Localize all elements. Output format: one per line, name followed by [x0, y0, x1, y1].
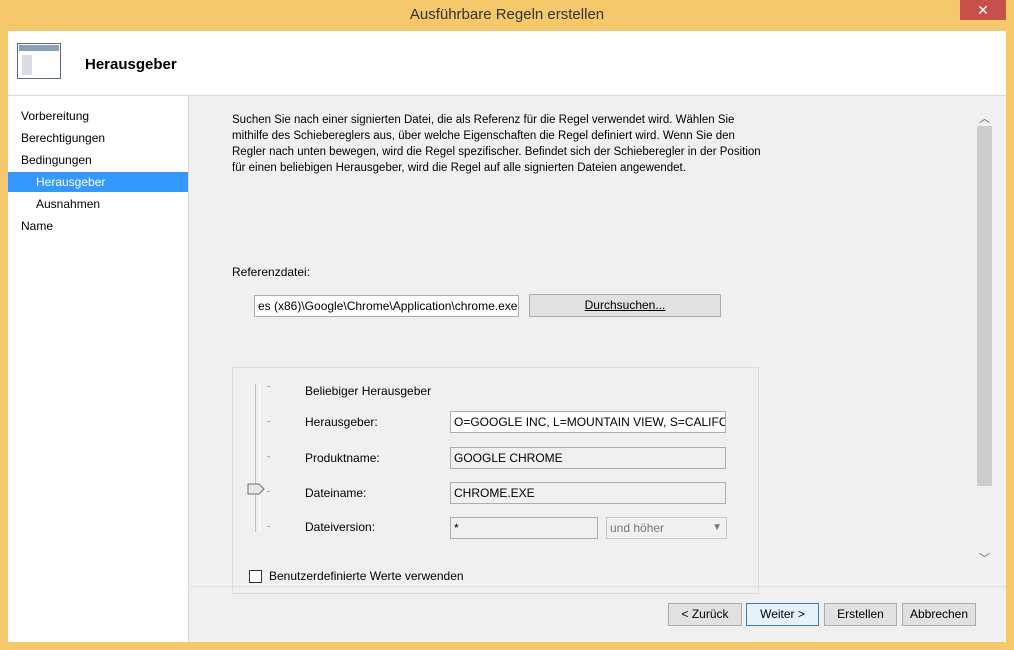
step-bedingungen[interactable]: Bedingungen [8, 150, 188, 170]
wizard-header: Herausgeber [8, 31, 1006, 96]
wizard-footer: < Zurück Weiter > Erstellen Abbrechen [190, 586, 1006, 643]
any-publisher-label: Beliebiger Herausgeber [305, 384, 432, 398]
publisher-field[interactable]: O=GOOGLE INC, L=MOUNTAIN VIEW, S=CALIFOR… [450, 411, 726, 433]
content-scrollbar[interactable]: ︿ ﹀ [976, 96, 993, 586]
reference-file-label: Referenzdatei: [232, 265, 311, 279]
page-title: Herausgeber [85, 56, 177, 73]
next-button[interactable]: Weiter > [746, 603, 819, 626]
cancel-button[interactable]: Abbrechen [902, 603, 976, 626]
scrollbar-thumb[interactable] [977, 126, 992, 486]
instructions-text: Suchen Sie nach einer signierten Datei, … [232, 114, 761, 174]
file-version-field[interactable]: * [450, 517, 598, 539]
wizard-window-icon [17, 43, 61, 79]
chevron-down-icon: ▼ [712, 522, 722, 533]
close-button[interactable]: ✕ [960, 0, 1006, 20]
version-mode-value: und höher [610, 521, 665, 535]
specificity-slider-track[interactable] [255, 384, 260, 532]
browse-button[interactable]: Durchsuchen... [529, 294, 721, 317]
client-area: Herausgeber Vorbereitung Berechtigungen … [8, 31, 1006, 642]
step-vorbereitung[interactable]: Vorbereitung [8, 106, 188, 126]
create-button[interactable]: Erstellen [824, 603, 897, 626]
file-name-label: Dateiname: [305, 486, 367, 500]
publisher-label: Herausgeber: [305, 415, 378, 429]
wizard-window: Ausführbare Regeln erstellen ✕ Herausgeb… [0, 0, 1014, 650]
step-herausgeber[interactable]: Herausgeber [8, 172, 188, 192]
product-name-field[interactable]: GOOGLE CHROME [450, 447, 726, 469]
title-bar[interactable]: Ausführbare Regeln erstellen ✕ [0, 0, 1014, 32]
close-icon: ✕ [977, 2, 989, 18]
back-button[interactable]: < Zurück [668, 603, 742, 626]
scroll-down-icon[interactable]: ﹀ [976, 550, 993, 566]
wizard-steps-sidebar: Vorbereitung Berechtigungen Bedingungen … [8, 96, 189, 642]
reference-file-input[interactable]: es (x86)\Google\Chrome\Application\chrom… [254, 295, 519, 317]
file-version-label: Dateiversion: [305, 520, 376, 534]
step-berechtigungen[interactable]: Berechtigungen [8, 128, 188, 148]
file-name-field[interactable]: CHROME.EXE [450, 482, 726, 504]
scroll-up-icon[interactable]: ︿ [976, 110, 993, 126]
slider-thumb[interactable] [247, 483, 265, 495]
product-name-label: Produktname: [305, 451, 380, 465]
window-title: Ausführbare Regeln erstellen [409, 6, 605, 23]
publisher-properties-group: Beliebiger Herausgeber Herausgeber: O=GO… [232, 367, 759, 594]
content-panel: Suchen Sie nach einer signierten Datei, … [190, 96, 990, 594]
custom-values-checkbox[interactable] [249, 570, 262, 583]
custom-values-label[interactable]: Benutzerdefinierte Werte verwenden [269, 569, 464, 583]
browse-button-label: Durchsuchen... [584, 298, 666, 312]
version-mode-select[interactable]: und höher ▼ [606, 517, 727, 539]
step-name[interactable]: Name [8, 216, 188, 236]
step-ausnahmen[interactable]: Ausnahmen [8, 194, 188, 214]
